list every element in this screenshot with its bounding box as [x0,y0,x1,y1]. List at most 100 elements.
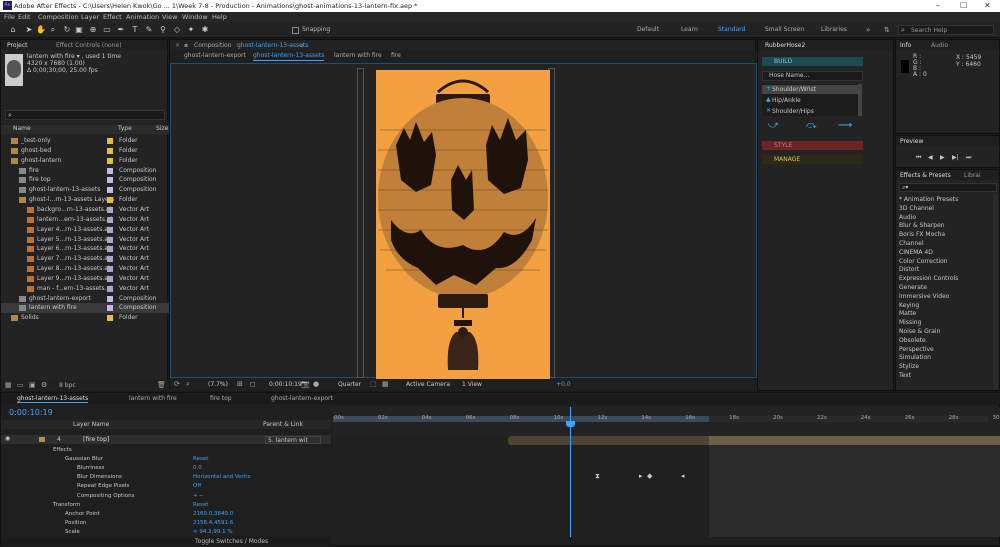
puppet-tool-icon[interactable]: ✱ [200,25,210,35]
property-value[interactable]: Reset [193,455,208,464]
project-item[interactable]: ghost-bed Folder [1,146,169,156]
effects-category[interactable]: Blur & Sharpen [899,221,945,230]
keyframe-3[interactable]: ◆ [647,472,652,480]
menu-help[interactable]: Help [212,13,227,21]
project-item[interactable]: ghost-lantern-export Composition [1,294,169,304]
project-item[interactable]: Layer 5...rn-13-assets.ai Vector Art [1,235,169,245]
tab-project[interactable]: Project [7,42,28,49]
menu-layer[interactable]: Layer [81,13,99,21]
layer-name[interactable]: [fire top] [83,436,109,443]
label-swatch[interactable] [107,285,113,292]
label-swatch[interactable] [107,177,113,184]
label-swatch[interactable] [107,147,113,154]
effects-category[interactable]: Stylize [899,362,919,371]
menu-view[interactable]: View [162,13,177,21]
link-rig-icon[interactable]: ▲ [766,96,771,103]
effects-category[interactable]: Missing [899,318,921,327]
effects-category[interactable]: CINEMA 4D [899,248,933,257]
label-swatch[interactable] [107,275,113,282]
project-item[interactable]: Layer 9...rn-13-assets.ai Vector Art [1,274,169,284]
col-name[interactable]: Name [13,124,31,134]
property-value[interactable]: Reset [193,501,208,510]
label-swatch[interactable] [107,197,113,204]
workspace-libraries[interactable]: Libraries [821,26,847,33]
close-comp-icon[interactable]: × [175,42,180,49]
hose-name-input[interactable]: Hose Name... [762,71,863,81]
next-frame-icon[interactable]: ▶| [952,154,959,161]
workspace-standard[interactable]: Standard [718,26,745,33]
timeline-property-row[interactable]: Blur Dimensions Horizontal and Vertic [1,473,331,482]
arm-rig-icon[interactable]: ⤻ [768,120,779,131]
keyframe-2[interactable]: ▸ [639,472,643,480]
menu-effect[interactable]: Effect [103,13,122,21]
project-item[interactable]: _test-only Folder [1,136,169,146]
new-folder-icon[interactable]: ▭ [17,381,24,389]
work-area-range[interactable] [333,416,709,422]
timeline-property-row[interactable]: Position 2158.4,4591.6 [1,519,331,528]
effects-category[interactable]: Boris FX Mocha [899,230,945,239]
project-item[interactable]: Layer 6...rn-13-assets.ai Vector Art [1,244,169,254]
timeline-tab-4[interactable]: ghost-lantern-export [271,395,333,402]
property-value[interactable]: ∞ 94.2,99.1 % [193,528,233,537]
current-time[interactable]: 0:00:10:19 [269,381,302,388]
effects-category[interactable]: Simulation [899,353,931,362]
project-item[interactable]: ghost-l...rn-13-assets Layers Folder [1,195,169,205]
type-tool-icon[interactable]: T [130,25,140,35]
maximize-icon[interactable]: ☐ [960,1,967,10]
comp-menu-icon[interactable]: ≡ [299,42,304,49]
label-swatch[interactable] [107,206,113,213]
zoom-level[interactable]: (7.7%) [208,381,228,388]
leg-rig-icon[interactable]: ⤼ [806,120,817,131]
breadcrumb-3[interactable]: lantern with fire [334,51,382,61]
trash-icon[interactable]: 🗑 [157,381,166,389]
first-frame-icon[interactable]: ⏮ [916,154,921,162]
property-value[interactable]: Off [193,482,201,491]
region-icon[interactable]: ⬚ [370,380,377,388]
always-preview-icon[interactable]: ⟳ [174,380,180,388]
workspace-default[interactable]: Default [637,26,659,33]
playhead-handle[interactable] [566,421,575,427]
tab-effect-controls[interactable]: Effect Controls (none) [56,42,122,49]
tab-audio[interactable]: Audio [931,42,948,49]
project-item[interactable]: Layer 7...rn-13-assets.ai Vector Art [1,254,169,264]
property-value[interactable]: 2158.4,4591.6 [193,519,233,528]
project-item[interactable]: Layer 4...rn-13-assets.ai Vector Art [1,225,169,235]
label-color-swatch[interactable] [39,437,45,442]
close-icon[interactable]: ✕ [984,1,991,10]
timeline-tab-1[interactable]: ghost-lantern-13-assets [17,395,89,403]
resolution-select[interactable]: Quarter [338,381,361,388]
comp-canvas[interactable] [376,70,550,380]
more-workspaces-icon[interactable]: » [866,26,870,34]
property-value[interactable]: + ─ [193,492,203,501]
rig-item-1[interactable]: Shoulder/Wrist [762,85,861,94]
project-item[interactable]: Layer 8...rn-13-assets.ai Vector Art [1,264,169,274]
pen-tool-icon[interactable]: ✒ [116,25,126,35]
rig-list-scrollbar[interactable] [858,84,862,116]
rig-list[interactable]: Shoulder/Wrist Hip/Ankle Shoulder/Hips [762,84,861,116]
snapshot-icon[interactable]: 📷 [301,380,310,388]
label-swatch[interactable] [107,266,113,273]
effects-category[interactable]: Color Correction [899,257,948,266]
last-frame-icon[interactable]: ⏭ [966,154,971,162]
roto-tool-icon[interactable]: ✦ [186,25,196,35]
effects-category[interactable]: Matte [899,309,916,318]
effects-category[interactable]: Immersive Video [899,292,949,301]
time-graph[interactable]: ⧗ ▸ ◆ ◂ [333,407,1000,537]
timeline-property-row[interactable]: Scale ∞ 94.2,99.1 % [1,528,331,537]
label-swatch[interactable] [107,157,113,164]
menu-composition[interactable]: Composition [38,13,79,21]
project-item[interactable]: Solids Folder [1,313,169,323]
add-rig-icon[interactable]: + [766,85,771,92]
timeline-property-row[interactable]: Repeat Edge Pixels Off [1,482,331,491]
col-size[interactable]: Size [156,124,168,134]
visibility-eye-icon[interactable]: ◉ [5,435,10,442]
label-swatch[interactable] [107,226,113,233]
mask-icon[interactable]: ◻ [250,380,256,388]
col-type[interactable]: Type [118,124,132,134]
effects-category[interactable]: Perspective [899,345,934,354]
tab-libraries[interactable]: Librai [964,172,981,179]
comp-viewer[interactable] [170,63,757,380]
settings-icon[interactable]: ⚙ [41,381,47,389]
pan-behind-tool-icon[interactable]: ⊕ [88,25,98,35]
hip-rig-icon[interactable]: ⟿ [838,120,852,131]
